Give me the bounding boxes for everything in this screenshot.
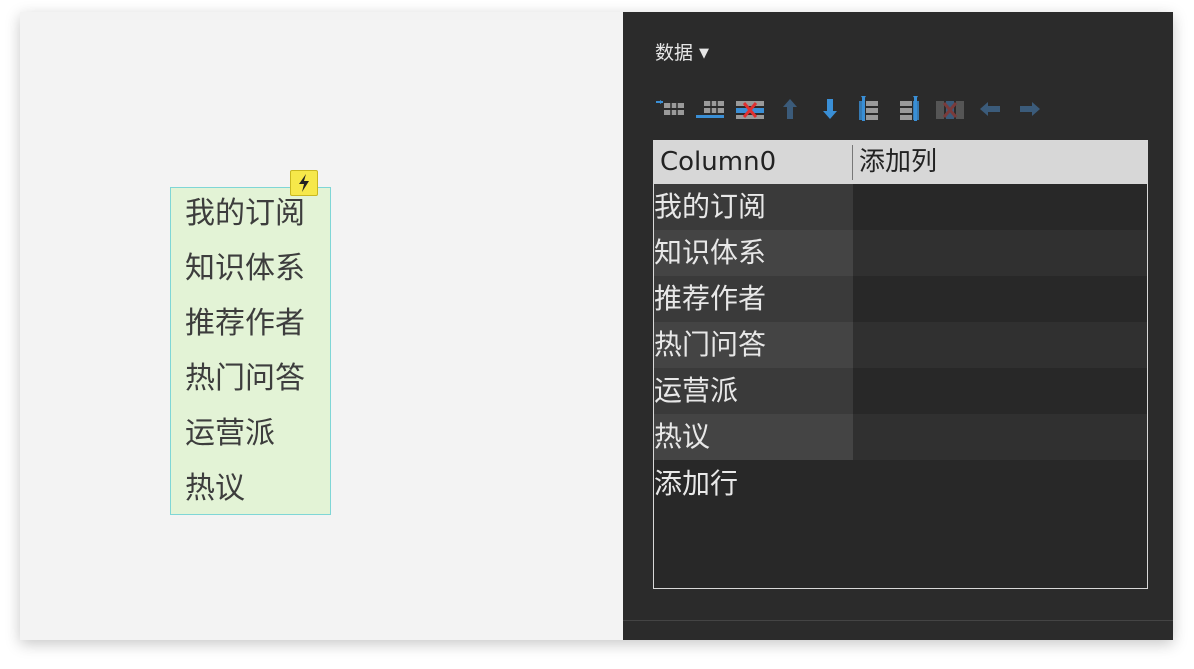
list-widget-item: 推荐作者: [185, 306, 305, 341]
list-widget[interactable]: 我的订阅 知识体系 推荐作者 热门问答 运营派 热议: [170, 187, 331, 515]
table-cell-empty[interactable]: [853, 184, 1147, 230]
panel-divider: [623, 620, 1173, 621]
list-widget-item: 运营派: [185, 416, 275, 451]
table-row: 热议: [654, 414, 1147, 460]
design-canvas[interactable]: 我的订阅 知识体系 推荐作者 热门问答 运营派 热议: [20, 12, 623, 640]
table-cell-empty[interactable]: [853, 276, 1147, 322]
data-panel-dropdown[interactable]: 数据 ▼: [655, 38, 709, 65]
table-cell-empty[interactable]: [853, 368, 1147, 414]
table-cell[interactable]: 推荐作者: [654, 276, 853, 322]
data-grid: Column0 添加列 我的订阅 知识体系 推荐作者 热门问答 运营派 热议 添…: [653, 140, 1148, 589]
app-window: 我的订阅 知识体系 推荐作者 热门问答 运营派 热议 数据 ▼ Column0 …: [20, 12, 1173, 640]
panel-title: 数据: [655, 42, 694, 64]
table-cell[interactable]: 我的订阅: [654, 184, 853, 230]
delete-column-icon[interactable]: [933, 94, 967, 124]
list-widget-item: 热议: [185, 471, 245, 506]
column-header[interactable]: Column0: [660, 141, 776, 184]
table-cell-empty[interactable]: [853, 230, 1147, 276]
table-cell[interactable]: 热议: [654, 414, 853, 460]
table-row: 推荐作者: [654, 276, 1147, 322]
add-column-button[interactable]: 添加列: [859, 141, 937, 184]
column-divider[interactable]: [852, 145, 853, 180]
caret-down-icon: ▼: [699, 46, 710, 61]
grid-header: Column0 添加列: [654, 141, 1147, 184]
move-down-icon[interactable]: [813, 94, 847, 124]
insert-row-below-icon[interactable]: [693, 94, 727, 124]
insert-column-left-icon[interactable]: [853, 94, 887, 124]
lightning-icon[interactable]: [290, 170, 318, 196]
list-widget-item: 知识体系: [185, 251, 305, 286]
insert-column-right-icon[interactable]: [893, 94, 927, 124]
table-cell-empty[interactable]: [853, 414, 1147, 460]
table-row: 运营派: [654, 368, 1147, 414]
list-widget-item: 热门问答: [185, 361, 305, 396]
table-row: 热门问答: [654, 322, 1147, 368]
table-row: 我的订阅: [654, 184, 1147, 230]
data-panel: 数据 ▼ Column0 添加列 我的订阅 知识体系 推荐作者 热门问答 运营派…: [623, 12, 1173, 640]
insert-row-above-icon[interactable]: [653, 94, 687, 124]
table-cell[interactable]: 知识体系: [654, 230, 853, 276]
table-row: 知识体系: [654, 230, 1147, 276]
table-cell[interactable]: 运营派: [654, 368, 853, 414]
list-widget-item: 我的订阅: [185, 196, 305, 231]
add-row-button[interactable]: 添加行: [654, 461, 738, 507]
move-right-icon[interactable]: [1013, 94, 1047, 124]
delete-row-icon[interactable]: [733, 94, 767, 124]
move-up-icon[interactable]: [773, 94, 807, 124]
table-cell-empty[interactable]: [853, 322, 1147, 368]
table-cell[interactable]: 热门问答: [654, 322, 853, 368]
move-left-icon[interactable]: [973, 94, 1007, 124]
